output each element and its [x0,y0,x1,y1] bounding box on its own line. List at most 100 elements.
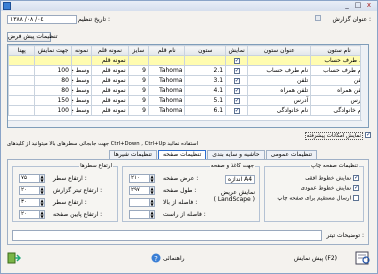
show-column-checkbox[interactable] [233,97,240,104]
grid-cell-name[interactable]: کد طرف حساب [310,55,368,66]
help-icon[interactable]: ? [151,253,161,263]
grid-column-header[interactable]: جهت نمایش [34,45,72,56]
grid-cell-font[interactable]: Tahoma [147,105,186,116]
grid-cell-col[interactable]: 3.1 [184,75,227,86]
grid-cell-sample[interactable]: نمونه قلم [91,55,129,66]
grid-cell-font[interactable]: Tahoma [147,85,186,96]
grid-cell-name[interactable]: تلفن همراه [310,85,368,96]
grid-vertical-scrollbar[interactable] [360,45,368,127]
grid-cell-dir[interactable]: وسط چین [70,105,93,116]
grid-cell-show[interactable] [225,65,249,76]
grid-cell-name[interactable]: تلفن [310,75,368,86]
date-field[interactable]: ۱۳۸۸ /۰۸ /۰٤ [7,15,77,24]
grid-column-header[interactable]: نام ستون [310,45,368,56]
help-label[interactable]: راهنمائی [163,255,185,262]
tab-0[interactable]: تنظیمات عمومی [265,150,317,159]
grid-cell-width[interactable]: 150 [34,95,72,106]
grid-cell-size[interactable]: 9 [127,75,149,86]
grid-column-header[interactable]: سایز [127,45,149,56]
grid-cell-title[interactable]: نام طرف حساب [247,65,312,76]
grid-cell-width[interactable]: 80 [34,75,72,86]
grid-cell-show[interactable] [225,85,249,96]
grid-cell-dir[interactable]: وسط چین [70,65,93,76]
grid-column-header[interactable]: نمونه [70,45,93,56]
grid-cell-col[interactable] [184,55,227,66]
paper-size-select[interactable]: اندازه A4 [225,175,255,184]
grid-cell-title[interactable]: تلفن همراه [247,85,312,96]
show-column-checkbox[interactable] [233,107,240,114]
grid-cell-dir[interactable] [70,55,93,66]
advanced-options-checkbox[interactable]: نمایش امکانات پیشرفته [304,131,371,140]
grid-column-header[interactable]: پهنا [8,45,36,56]
grid-column-header[interactable]: نمایش [225,45,249,56]
grid-cell-sample[interactable]: نمونه قلم [91,65,129,76]
grid-column-header[interactable]: نمونه قلم [91,45,129,56]
title-height-spinner[interactable]: ۲۰ ▲ ▼ [19,186,45,195]
grid-cell-show[interactable] [225,55,249,66]
grid-cell-font[interactable]: Tahoma [147,95,186,106]
grid-cell-font[interactable]: Tahoma [147,75,186,86]
grid-cell-col[interactable]: 4.1 [184,85,227,96]
grid-cell-sample[interactable]: نمونه قلم [91,75,129,86]
row-height-spinner[interactable]: ۷۵ ▲ ▼ [19,174,45,183]
page-width-spinner[interactable]: ۲۱۰ ▲ ▼ [129,174,155,183]
option-horizontal-lines[interactable]: نمایش خطوط افقی [305,174,359,182]
grid-row[interactable]: نام طرف حسابنام طرف حساب 2.1Tahoma9نمونه … [8,65,368,76]
grid-cell-empty[interactable] [8,85,36,96]
advanced-options-check[interactable] [365,131,371,138]
grid-cell-name[interactable]: نام طرف حساب [310,65,368,76]
close-button[interactable]: x [364,1,374,10]
grid-cell-empty[interactable] [8,95,36,106]
grid-cell-name[interactable]: نام خانوادگی [310,105,368,116]
grid-cell-show[interactable] [225,75,249,86]
grid-cell-col[interactable]: 2.1 [184,65,227,76]
grid-cell-width[interactable] [34,55,72,66]
grid-row[interactable]: کد طرف حساب نمونه قلم [8,55,368,66]
show-column-checkbox[interactable] [233,87,240,94]
grid-cell-empty[interactable] [8,55,36,66]
show-column-checkbox[interactable] [233,57,240,64]
grid-cell-empty[interactable] [8,105,36,116]
grid-cell-empty[interactable] [8,75,36,86]
bottom-height-spinner[interactable]: ۲۰ ▲ ▼ [19,210,45,219]
grid-cell-sample[interactable]: نمونه قلم [91,95,129,106]
page-height-spinner[interactable]: ۲۹۷ ▲ ▼ [129,186,155,195]
grid-row[interactable]: نام خانوادگینام خانوادگی 6.1Tahoma9نمونه … [8,105,368,116]
preview-label[interactable]: پیش نمایش (F2) [294,255,337,262]
grid-cell-size[interactable]: 9 [127,65,149,76]
default-settings-button[interactable]: تنظیمات پیش فرض [7,32,58,42]
grid-cell-dir[interactable]: وسط چین [70,75,93,86]
grid-cell-col[interactable]: 5.1 [184,95,227,106]
show-column-checkbox[interactable] [233,77,240,84]
grid-column-header[interactable]: نام قلم [147,45,186,56]
grid-cell-font[interactable] [147,55,186,66]
tab-3[interactable]: تنظیمات شیرها [108,150,157,159]
vertical-lines-check[interactable] [353,184,359,191]
notes-field[interactable] [12,230,322,241]
grid-cell-title[interactable]: تلفن [247,75,312,86]
grid-cell-col[interactable]: 6.1 [184,105,227,116]
grid-cell-dir[interactable]: وسط چین [70,95,93,106]
grid-cell-size[interactable]: 9 [127,85,149,96]
grid-cell-title[interactable]: آدرس [247,95,312,106]
grid-row[interactable]: تلفن همراهتلفن همراه 4.1Tahoma9نمونه قلمو… [8,85,368,96]
grid-cell-title[interactable] [247,55,312,66]
direct-print-check[interactable] [353,195,359,201]
grid-cell-title[interactable]: نام خانوادگی [247,105,312,116]
horizontal-lines-check[interactable] [353,174,359,181]
grid-column-header[interactable]: عنوان ستون [247,45,312,56]
grid-row[interactable]: تلفنتلفن 3.1Tahoma9نمونه قلموسط چین80 [8,75,368,86]
grid-horizontal-scrollbar[interactable] [8,120,362,127]
grid-cell-dir[interactable]: وسط چین [70,85,93,96]
option-direct-print[interactable]: ارسال مستقیم برای صفحه چاپ [277,195,359,202]
option-vertical-lines[interactable]: نمایش خطوط عمودی [301,184,359,192]
grid-cell-show[interactable] [225,95,249,106]
report-title-icon[interactable] [315,15,321,21]
grid-cell-width[interactable]: 100 [34,65,72,76]
tab-2[interactable]: تنظیمات صفحه [157,150,207,159]
grid-cell-show[interactable] [225,105,249,116]
exit-icon[interactable] [7,251,22,265]
grid-cell-width[interactable]: 100 [34,105,72,116]
minimize-button[interactable]: _ [342,1,352,10]
grid-cell-size[interactable]: 9 [127,105,149,116]
